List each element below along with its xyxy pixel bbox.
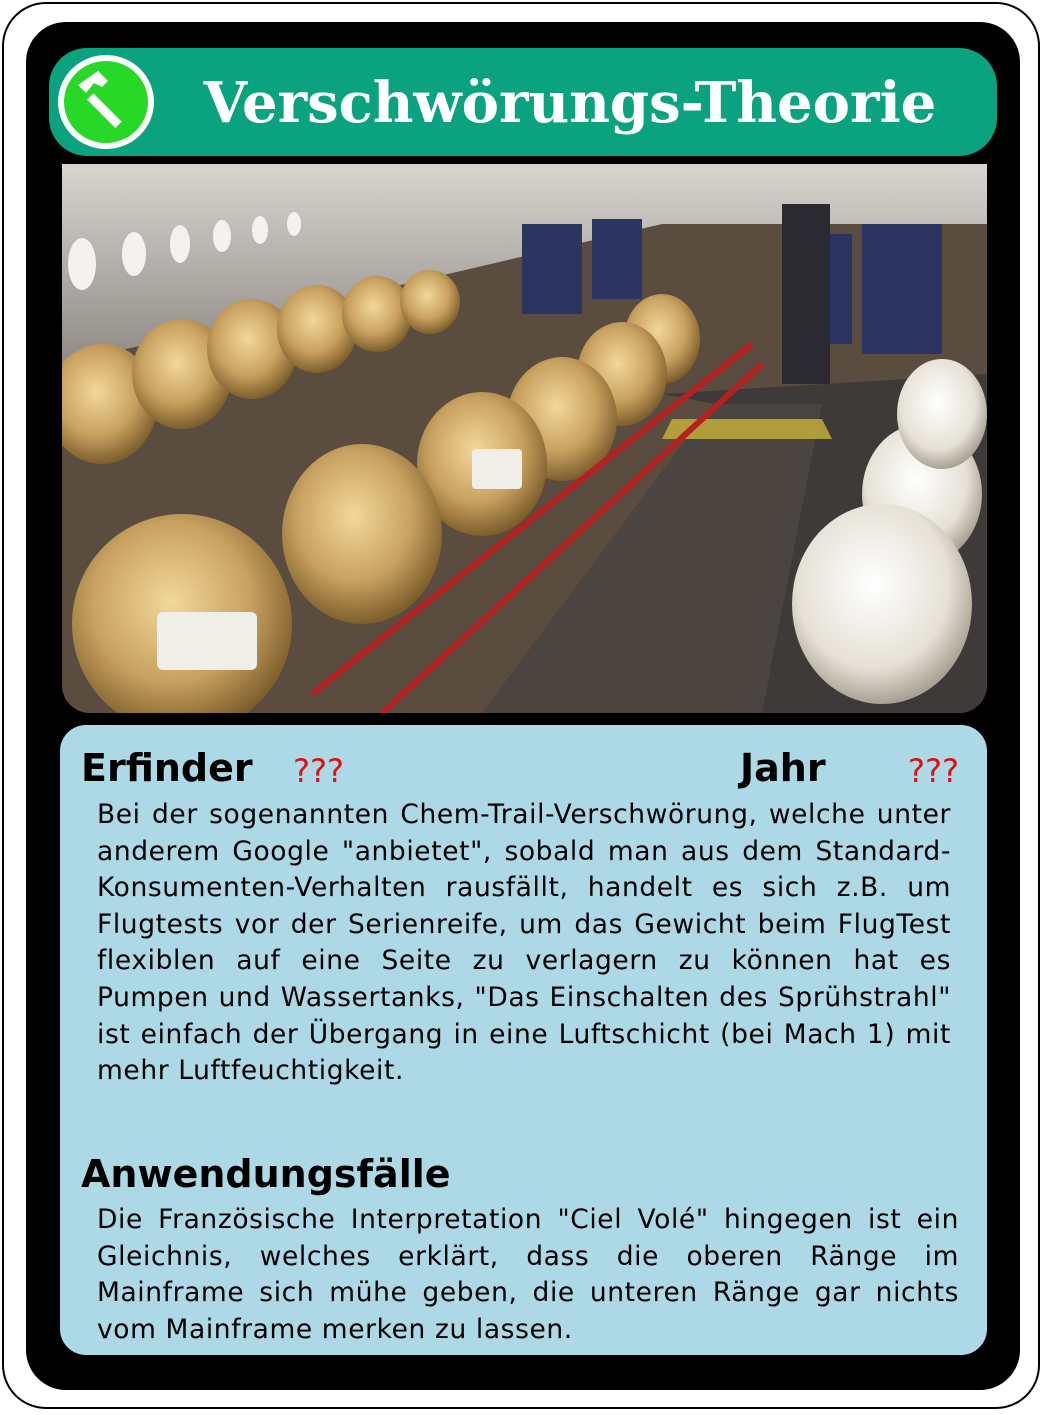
use-cases-label: Anwendungsfälle bbox=[81, 1152, 451, 1196]
inventor-value: ??? bbox=[293, 752, 344, 790]
inventor-label: Erfinder bbox=[81, 746, 253, 790]
airplane-cabin-water-tanks-photo bbox=[62, 164, 987, 713]
year-value: ??? bbox=[908, 752, 959, 790]
description-text: Bei der sogenannten Chem-Trail-Verschwör… bbox=[97, 799, 951, 1087]
card-title: Verschwörungs-Theorie bbox=[203, 70, 937, 136]
hammer-icon bbox=[64, 61, 148, 143]
use-cases-text: Die Französische Interpretation "Ciel Vo… bbox=[97, 1204, 959, 1345]
year-label: Jahr bbox=[740, 746, 826, 790]
